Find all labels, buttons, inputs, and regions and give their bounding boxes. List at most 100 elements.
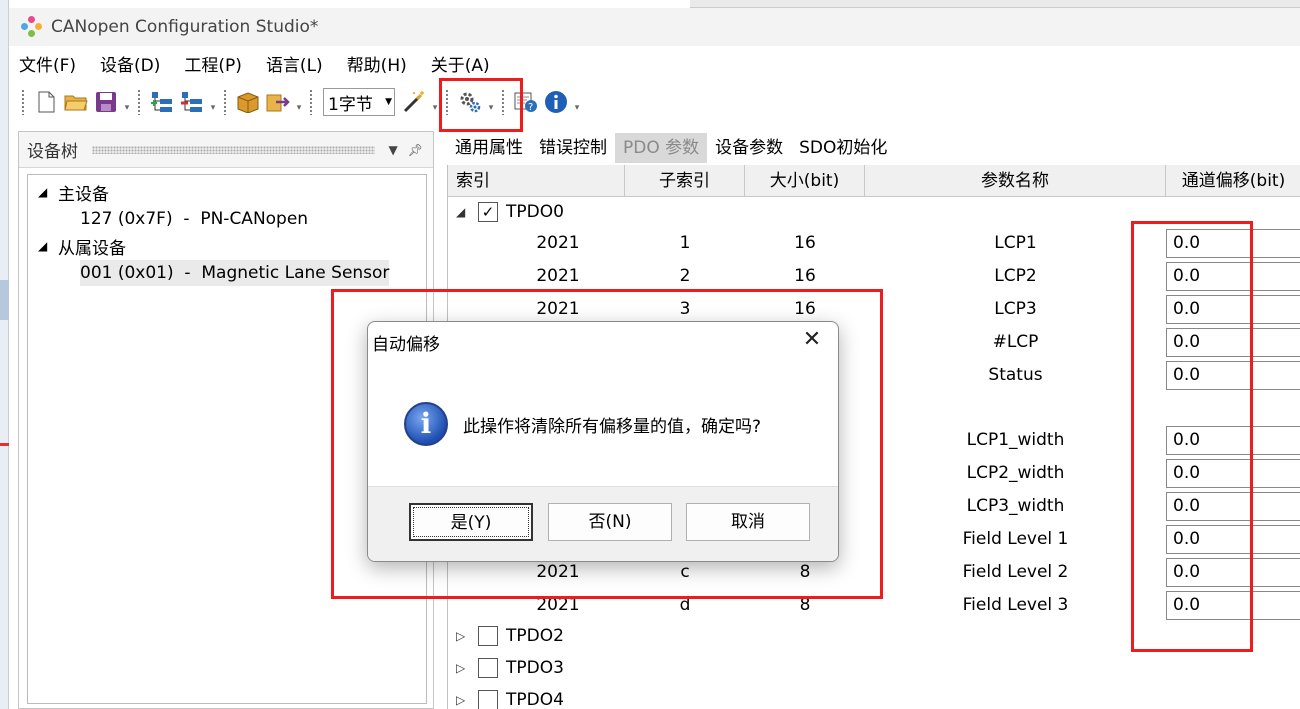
- group-label: TPDO0: [506, 202, 564, 222]
- checkbox-checked[interactable]: ✓: [478, 202, 498, 222]
- close-icon[interactable]: ✕: [798, 326, 826, 354]
- tree-item-slave-node[interactable]: 001 (0x01) - Magnetic Lane Sensor: [80, 260, 390, 286]
- data-size-select[interactable]: 1字节 ▼: [323, 88, 395, 116]
- toolbar-grip[interactable]: [21, 89, 25, 115]
- wand-dropdown-chevron-icon[interactable]: ▾: [429, 89, 441, 115]
- toolbar-grip[interactable]: [309, 89, 313, 115]
- checkbox-unchecked[interactable]: [478, 658, 498, 678]
- yes-button[interactable]: 是(Y): [409, 503, 533, 541]
- cell-index: 2021: [536, 233, 580, 253]
- tab-device-params[interactable]: 设备参数: [707, 133, 791, 163]
- offset-input[interactable]: 0.0: [1166, 459, 1300, 488]
- checkbox-unchecked[interactable]: [478, 690, 498, 709]
- group-label: TPDO3: [506, 658, 564, 678]
- title-bar[interactable]: CANopen Configuration Studio*: [9, 8, 1300, 46]
- table-row[interactable]: 2021 2 16 LCP2 0.0: [448, 260, 1300, 293]
- offset-input[interactable]: 0.0: [1166, 229, 1300, 258]
- table-row[interactable]: 2021 d 8 Field Level 3 0.0: [448, 589, 1300, 622]
- tab-general[interactable]: 通用属性: [447, 133, 531, 163]
- column-header-size[interactable]: 大小(bit): [745, 165, 865, 197]
- menu-about[interactable]: 关于(A): [431, 51, 490, 76]
- offset-input[interactable]: 0.0: [1166, 361, 1300, 390]
- help-icon[interactable]: ?: [513, 89, 539, 115]
- group-label: TPDO4: [506, 690, 564, 709]
- open-folder-icon[interactable]: [63, 89, 89, 115]
- offset-input[interactable]: 0.0: [1166, 558, 1300, 587]
- info-icon: i: [404, 402, 448, 446]
- add-node-icon[interactable]: [149, 89, 175, 115]
- cancel-button[interactable]: 取消: [686, 503, 810, 541]
- menu-language[interactable]: 语言(L): [266, 51, 323, 76]
- column-header-subindex[interactable]: 子索引: [625, 165, 745, 197]
- expanded-triangle-icon[interactable]: ◢: [38, 239, 58, 253]
- dialog-message: 此操作将清除所有偏移量的值，确定吗?: [463, 417, 762, 437]
- expanded-triangle-icon[interactable]: ◢: [38, 185, 58, 199]
- auto-offset-wand-icon[interactable]: [401, 89, 427, 115]
- expanded-triangle-icon[interactable]: ◢: [456, 205, 474, 219]
- offset-input[interactable]: 0.0: [1166, 262, 1300, 291]
- tab-error-control[interactable]: 错误控制: [531, 133, 615, 163]
- toolbar-grip[interactable]: [501, 89, 505, 115]
- background-window-icon: [0, 280, 9, 320]
- tab-sdo-init[interactable]: SDO初始化: [791, 133, 895, 163]
- tree-item-label: 001 (0x01) - Magnetic Lane Sensor: [80, 263, 390, 283]
- cell-param-name: LCP2: [994, 266, 1037, 286]
- node-dropdown-chevron-icon[interactable]: ▾: [207, 89, 219, 115]
- group-row-tpdo2[interactable]: ▷ TPDO2: [448, 621, 1300, 651]
- settings-gear-icon[interactable]: [457, 89, 483, 115]
- save-icon[interactable]: [93, 89, 119, 115]
- info-icon[interactable]: [543, 89, 569, 115]
- group-row-tpdo3[interactable]: ▷ TPDO3: [448, 653, 1300, 683]
- toolbar-grip[interactable]: [223, 89, 227, 115]
- remove-node-icon[interactable]: [179, 89, 205, 115]
- auto-offset-dialog: 自动偏移 ✕ i 此操作将清除所有偏移量的值，确定吗? 是(Y) 否(N) 取消: [367, 321, 839, 562]
- cell-subindex: 1: [679, 233, 691, 253]
- column-header-param-name[interactable]: 参数名称: [865, 165, 1166, 197]
- export-icon[interactable]: [265, 89, 291, 115]
- collapsed-triangle-icon[interactable]: ▷: [456, 629, 474, 643]
- info-dropdown-chevron-icon[interactable]: ▾: [571, 89, 583, 115]
- chevron-down-icon[interactable]: ▼: [389, 143, 398, 157]
- toolbar-grip[interactable]: [445, 89, 449, 115]
- save-dropdown-chevron-icon[interactable]: ▾: [121, 89, 133, 115]
- package-icon[interactable]: [235, 89, 261, 115]
- export-dropdown-chevron-icon[interactable]: ▾: [293, 89, 305, 115]
- settings-dropdown-chevron-icon[interactable]: ▾: [485, 89, 497, 115]
- offset-input[interactable]: 0.0: [1166, 328, 1300, 357]
- group-row-tpdo0[interactable]: ◢ ✓ TPDO0: [448, 197, 1300, 227]
- offset-input[interactable]: 0.0: [1166, 525, 1300, 554]
- collapsed-triangle-icon[interactable]: ▷: [456, 661, 474, 675]
- data-size-value: 1字节: [328, 94, 373, 115]
- toolbar-grip[interactable]: [137, 89, 141, 115]
- cell-param-name: LCP1_width: [966, 430, 1065, 450]
- cell-size: 16: [794, 233, 816, 253]
- menu-help[interactable]: 帮助(H): [347, 51, 407, 76]
- tree-item-master-node[interactable]: 127 (0x7F) - PN-CANopen: [80, 206, 308, 232]
- menu-device[interactable]: 设备(D): [100, 51, 160, 76]
- offset-input[interactable]: 0.0: [1166, 492, 1300, 521]
- background-window-edge: [0, 0, 9, 709]
- checkbox-unchecked[interactable]: [478, 626, 498, 646]
- offset-input[interactable]: 0.0: [1166, 426, 1300, 455]
- menu-file[interactable]: 文件(F): [19, 51, 76, 76]
- no-button[interactable]: 否(N): [548, 503, 672, 541]
- column-header-index[interactable]: 索引: [448, 165, 625, 197]
- tree-item-master[interactable]: ◢ 主设备: [38, 179, 109, 205]
- table-row[interactable]: 2021 1 16 LCP1 0.0: [448, 227, 1300, 260]
- offset-input[interactable]: 0.0: [1166, 591, 1300, 620]
- pin-icon[interactable]: 📌︎: [408, 143, 423, 157]
- tree-item-label: 主设备: [58, 184, 109, 205]
- menu-project[interactable]: 工程(P): [184, 51, 242, 76]
- tree-item-slaves[interactable]: ◢ 从属设备: [38, 233, 126, 259]
- dialog-title-bar[interactable]: 自动偏移 ✕: [368, 322, 838, 360]
- column-header-offset[interactable]: 通道偏移(bit): [1166, 165, 1300, 197]
- new-file-icon[interactable]: [33, 89, 59, 115]
- group-row-tpdo4[interactable]: ▷ TPDO4: [448, 685, 1300, 709]
- cell-param-name: Field Level 2: [962, 562, 1069, 582]
- tree-item-label: 127 (0x7F) - PN-CANopen: [80, 209, 309, 229]
- panel-drag-dots[interactable]: [92, 145, 375, 154]
- tab-pdo-params[interactable]: PDO 参数: [615, 133, 708, 163]
- collapsed-triangle-icon[interactable]: ▷: [456, 693, 474, 707]
- offset-input[interactable]: 0.0: [1166, 295, 1300, 324]
- background-window-top: [690, 0, 1300, 8]
